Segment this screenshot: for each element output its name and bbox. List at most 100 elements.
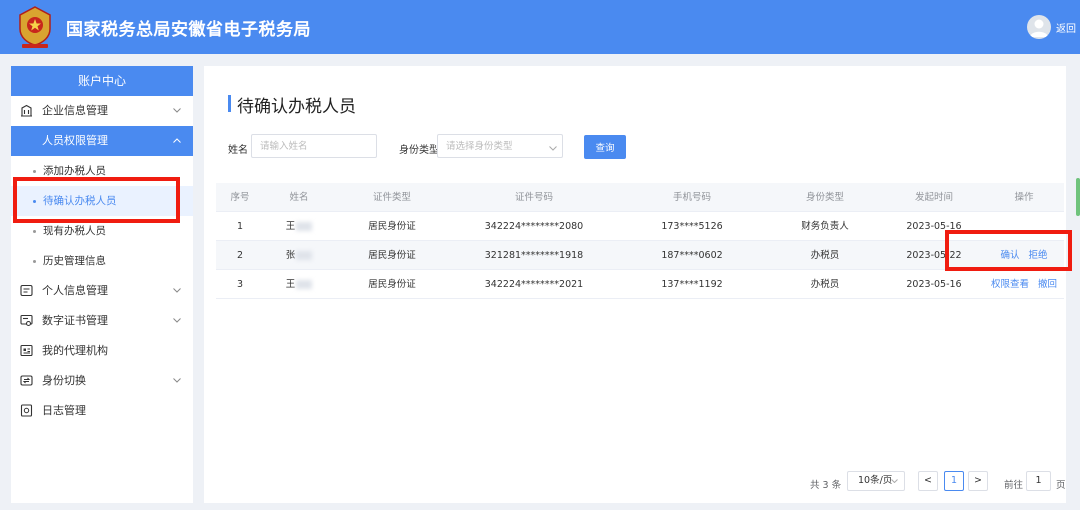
page-number-button[interactable]: 1: [944, 471, 964, 491]
goto-page-input[interactable]: 1: [1026, 471, 1051, 491]
role-cell: 办税员: [810, 250, 840, 261]
highlight-box-sidebar: [13, 177, 180, 223]
chevron-down-icon: [173, 318, 181, 323]
pagination-total: 共 3 条: [810, 480, 842, 491]
page-title: 待确认办税人员: [228, 92, 356, 117]
bullet-dot: [33, 260, 36, 263]
sidebar: 账户中心 企业信息管理 人员权限管理 添加办税人员 待确认办税人员 现有办税人员…: [11, 66, 193, 503]
column-header: 序号: [230, 192, 250, 203]
staff-name-cell: 张: [264, 241, 334, 270]
actions-cell: 权限查看 撤回: [984, 270, 1064, 299]
column-header: 手机号码: [672, 192, 711, 203]
table-row: 2 张 居民身份证 321281********1918 187****0602…: [216, 241, 1064, 270]
id-number-cell: 342224********2080: [484, 221, 584, 232]
sidebar-item-staff-permissions[interactable]: 人员权限管理: [11, 126, 193, 156]
page-size-value: 10条/页: [858, 475, 893, 486]
sidebar-subitem-history[interactable]: 历史管理信息: [11, 246, 193, 276]
date-cell: 2023-05-16: [906, 279, 962, 290]
sidebar-item-enterprise-info[interactable]: 企业信息管理: [11, 96, 193, 126]
name-input[interactable]: [251, 134, 377, 158]
row-number: 2: [236, 250, 244, 261]
user-avatar[interactable]: [1027, 15, 1051, 39]
sidebar-item-label: 现有办税人员: [43, 225, 106, 237]
main-panel: 待确认办税人员 姓名 身份类型 查询 序号 姓名 证件类型 证件号码 手机号码 …: [204, 66, 1066, 503]
chevron-up-icon: [173, 138, 181, 143]
phone-cell: 173****5126: [661, 221, 723, 232]
column-header: 姓名: [289, 192, 309, 203]
role-cell: 财务负责人: [801, 221, 849, 232]
tax-emblem-icon: [19, 6, 51, 48]
highlight-box-actions: [945, 230, 1072, 271]
table-header-row: 序号 姓名 证件类型 证件号码 手机号码 身份类型 发起时间 操作: [216, 183, 1064, 212]
phone-cell: 187****0602: [661, 250, 723, 261]
staff-name-cell: 王: [264, 270, 334, 299]
staff-name-cell: 王: [264, 212, 334, 241]
next-page-button[interactable]: >: [968, 471, 988, 491]
column-header: 证件类型: [372, 192, 411, 203]
chevron-down-icon: [891, 479, 898, 483]
role-cell: 办税员: [810, 279, 840, 290]
view-permissions-link[interactable]: 权限查看: [991, 279, 1029, 290]
phone-cell: 137****1192: [661, 279, 723, 290]
building-icon: [21, 104, 32, 117]
page-size-select[interactable]: 10条/页: [847, 471, 905, 491]
query-button[interactable]: 查询: [584, 135, 626, 159]
sidebar-heading: 账户中心: [11, 66, 193, 96]
column-header: 操作: [1014, 192, 1034, 203]
switch-icon: [20, 375, 33, 386]
chevron-down-icon: [173, 378, 181, 383]
log-icon: [20, 404, 33, 417]
redacted-blur: [296, 222, 313, 231]
row-number: 1: [236, 221, 244, 232]
type-filter-label: 身份类型: [399, 145, 439, 156]
name-filter-label: 姓名: [228, 145, 248, 156]
scroll-edge-indicator: [1076, 178, 1080, 216]
sidebar-item-label: 添加办税人员: [43, 165, 106, 177]
redacted-blur: [296, 280, 313, 289]
staff-name: 张: [285, 250, 296, 261]
back-link[interactable]: 返回: [1056, 20, 1076, 35]
user-icon: [1030, 19, 1048, 37]
column-header: 身份类型: [805, 192, 844, 203]
bullet-dot: [33, 170, 36, 173]
sidebar-item-label: 数字证书管理: [42, 314, 108, 327]
chevron-down-icon: [173, 288, 181, 293]
sidebar-item-label: 人员权限管理: [42, 134, 108, 147]
column-header: 证件号码: [514, 192, 553, 203]
table-row: 3 王 居民身份证 342224********2021 137****1192…: [216, 270, 1064, 299]
top-header: 国家税务总局安徽省电子税务局 返回: [0, 0, 1080, 54]
site-title: 国家税务总局安徽省电子税务局: [66, 20, 311, 40]
chevron-down-icon: [549, 146, 557, 151]
prev-page-button[interactable]: <: [918, 471, 938, 491]
sidebar-item-identity-switch[interactable]: 身份切换: [11, 366, 193, 396]
id-card-icon: [20, 284, 33, 297]
id-type-cell: 居民身份证: [368, 250, 416, 261]
sidebar-item-personal-info[interactable]: 个人信息管理: [11, 276, 193, 306]
column-header: 发起时间: [914, 192, 953, 203]
sidebar-item-label: 企业信息管理: [42, 104, 108, 117]
sidebar-item-label: 历史管理信息: [43, 255, 106, 267]
sidebar-item-digital-cert[interactable]: 数字证书管理: [11, 306, 193, 336]
sidebar-item-log[interactable]: 日志管理: [11, 396, 193, 426]
certificate-icon: [20, 314, 33, 327]
id-number-cell: 321281********1918: [484, 250, 584, 261]
staff-name: 王: [285, 221, 296, 232]
id-number-cell: 342224********2021: [484, 279, 584, 290]
id-type-cell: 居民身份证: [368, 279, 416, 290]
sidebar-item-agency[interactable]: 我的代理机构: [11, 336, 193, 366]
staff-name: 王: [285, 279, 296, 290]
page-suffix-label: 页: [1056, 480, 1066, 491]
identity-type-select[interactable]: [437, 134, 563, 158]
sidebar-item-label: 身份切换: [42, 374, 86, 387]
table-row: 1 王 居民身份证 342224********2080 173****5126…: [216, 212, 1064, 241]
withdraw-link[interactable]: 撤回: [1038, 279, 1057, 290]
sidebar-item-label: 个人信息管理: [42, 284, 108, 297]
goto-label: 前往: [1004, 480, 1024, 491]
bullet-dot: [33, 230, 36, 233]
sidebar-item-label: 日志管理: [42, 404, 86, 417]
pending-staff-table: 序号 姓名 证件类型 证件号码 手机号码 身份类型 发起时间 操作 1 王 居民…: [216, 183, 1064, 299]
sidebar-item-label: 我的代理机构: [42, 344, 108, 357]
id-type-cell: 居民身份证: [368, 221, 416, 232]
agency-icon: [20, 344, 33, 357]
row-number: 3: [236, 279, 244, 290]
